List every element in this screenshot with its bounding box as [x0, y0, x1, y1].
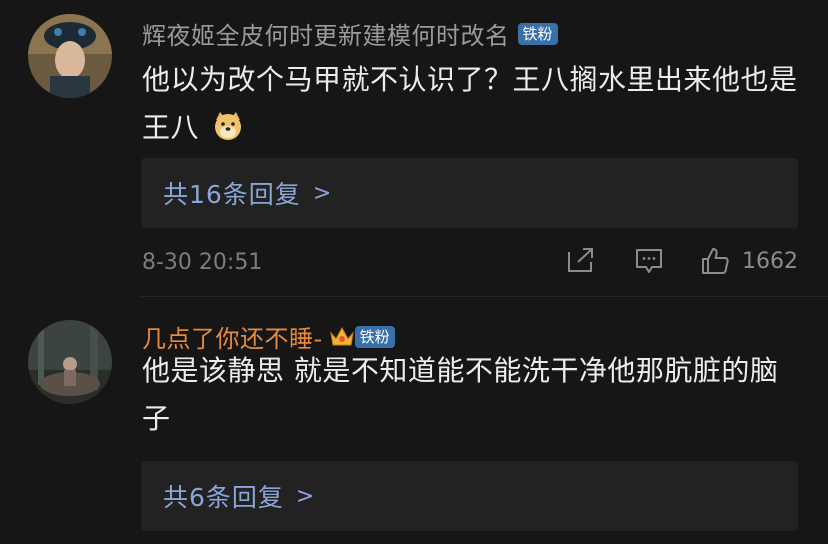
- doge-emoji-icon: [212, 109, 244, 141]
- like-icon: [702, 248, 729, 274]
- view-replies-button[interactable]: 共6条回复 >: [141, 461, 798, 531]
- chevron-right-icon: >: [312, 180, 333, 206]
- like-count: 1662: [742, 248, 798, 274]
- avatar[interactable]: [28, 14, 112, 98]
- view-replies-button[interactable]: 共16条回复 >: [141, 158, 798, 228]
- comment-item: 辉夜姬全皮何时更新建模何时改名 铁粉 他以为改个马甲就不认识了？王八搁水里出来他…: [0, 0, 828, 296]
- avatar[interactable]: [28, 320, 112, 404]
- replies-label: 共6条回复: [163, 483, 284, 512]
- share-icon: [568, 248, 593, 272]
- username-text[interactable]: 辉夜姬全皮何时更新建模何时改名: [142, 16, 510, 51]
- fan-badge: 铁粉: [354, 325, 395, 348]
- comment-text: 他以为改个马甲就不认识了？王八搁水里出来他也是王八: [142, 56, 802, 152]
- username[interactable]: 辉夜姬全皮何时更新建模何时改名 铁粉: [142, 16, 558, 51]
- chevron-right-icon: >: [295, 483, 316, 509]
- comment-text: 他是该静思 就是不知道能不能洗干净他那肮脏的脑子: [142, 347, 802, 443]
- replies-label: 共16条回复: [163, 180, 301, 209]
- like-button[interactable]: 1662: [700, 246, 798, 276]
- crown-icon: [329, 325, 355, 349]
- timestamp: 8-30 20:51: [142, 250, 263, 275]
- comment-text-content: 他是该静思 就是不知道能不能洗干净他那肮脏的脑子: [142, 354, 779, 435]
- comment-item: 几点了你还不睡- 铁粉 他是该静思 就是不知道能不能洗干净他那肮脏的脑子 共6条…: [0, 297, 828, 544]
- comment-button[interactable]: [634, 246, 664, 276]
- comment-icon: [636, 249, 662, 273]
- comment-meta: 8-30 20:51 1662: [0, 240, 828, 284]
- share-button[interactable]: [566, 246, 596, 274]
- fan-badge: 铁粉: [517, 22, 558, 45]
